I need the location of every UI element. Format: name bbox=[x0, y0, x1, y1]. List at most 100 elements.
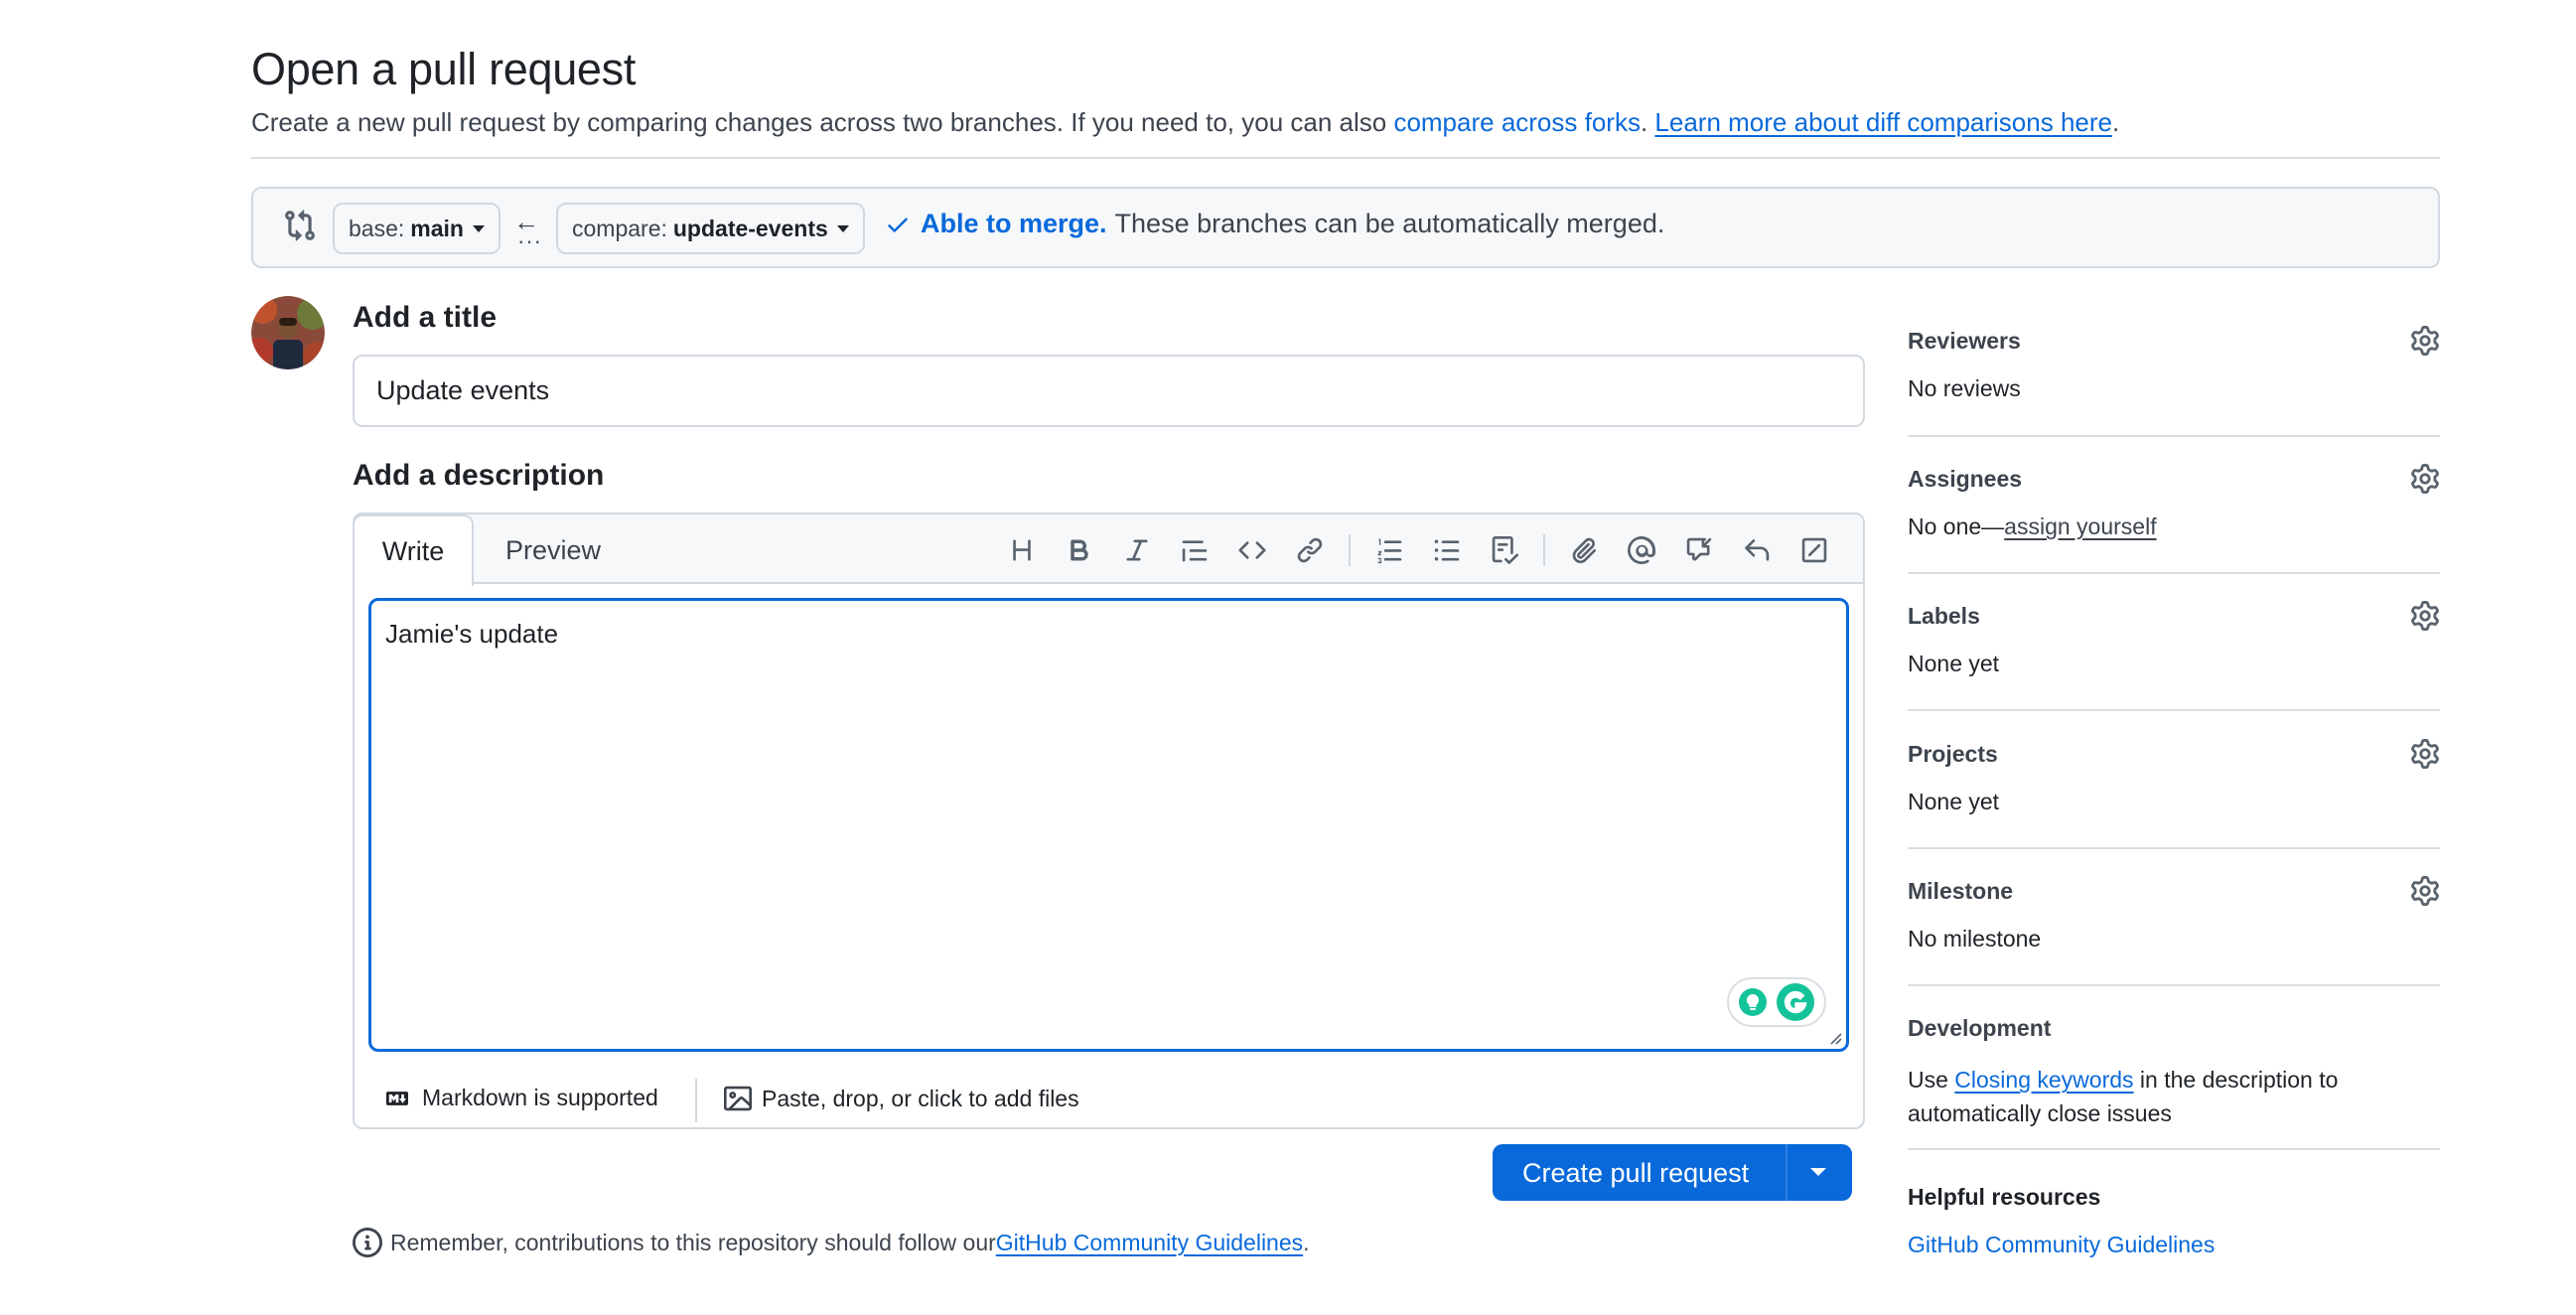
toolbar-divider bbox=[1349, 534, 1351, 566]
merge-status: Able to merge. These branches can be aut… bbox=[885, 209, 1664, 239]
page-title: Open a pull request bbox=[251, 44, 637, 94]
tab-write[interactable]: Write bbox=[353, 514, 474, 586]
saved-reply-icon[interactable] bbox=[1728, 528, 1786, 572]
link-icon[interactable] bbox=[1281, 528, 1339, 572]
mention-icon[interactable] bbox=[1613, 528, 1670, 572]
ellipsis-icon: ··· bbox=[517, 228, 542, 253]
compare-label: compare: bbox=[572, 215, 667, 241]
triangle-down-icon[interactable] bbox=[1810, 1168, 1826, 1176]
projects-heading[interactable]: Projects bbox=[1908, 741, 1998, 768]
tab-preview[interactable]: Preview bbox=[474, 514, 633, 586]
heading-icon[interactable] bbox=[993, 528, 1051, 572]
gear-icon[interactable] bbox=[2410, 326, 2440, 356]
editor-footer: Markdown is supported Paste, drop, or cl… bbox=[355, 1071, 1863, 1127]
gear-icon[interactable] bbox=[2410, 464, 2440, 494]
community-guidelines-link[interactable]: GitHub Community Guidelines bbox=[996, 1230, 1303, 1256]
quote-icon[interactable] bbox=[1166, 528, 1223, 572]
sidebar-divider bbox=[1908, 709, 2440, 711]
guidelines-reminder: Remember, contributions to this reposito… bbox=[353, 1228, 1310, 1257]
base-label: base: bbox=[349, 215, 405, 241]
closing-keywords-link[interactable]: Closing keywords bbox=[1954, 1067, 2133, 1093]
compare-value: update-events bbox=[672, 215, 828, 241]
helpful-guidelines-link[interactable]: GitHub Community Guidelines bbox=[1908, 1232, 2215, 1258]
footer-divider bbox=[695, 1079, 697, 1122]
gear-icon[interactable] bbox=[2410, 876, 2440, 906]
check-icon bbox=[888, 218, 908, 232]
grammarly-icon bbox=[1777, 983, 1815, 1021]
create-pull-request-button[interactable]: Create pull request bbox=[1493, 1144, 1852, 1201]
description-textarea[interactable]: Jamie's update bbox=[368, 598, 1849, 1052]
subtitle-text: Create a new pull request by comparing c… bbox=[251, 107, 1394, 137]
milestone-value: No milestone bbox=[1908, 926, 2042, 951]
header-divider bbox=[251, 157, 2440, 159]
assignees-none-text: No one— bbox=[1908, 513, 2005, 539]
title-label: Add a title bbox=[353, 301, 498, 334]
development-prefix: Use bbox=[1908, 1067, 1955, 1093]
reviewers-value: No reviews bbox=[1908, 375, 2021, 401]
base-value: main bbox=[410, 215, 464, 241]
description-text: Jamie's update bbox=[385, 619, 559, 649]
button-split-divider bbox=[1786, 1144, 1788, 1201]
add-files-button[interactable]: Paste, drop, or click to add files bbox=[724, 1085, 1079, 1112]
reviewers-heading[interactable]: Reviewers bbox=[1908, 328, 2021, 355]
resize-handle-icon[interactable] bbox=[1828, 1031, 1842, 1045]
sidebar-divider bbox=[1908, 572, 2440, 574]
avatar[interactable] bbox=[251, 296, 325, 369]
code-icon[interactable] bbox=[1223, 528, 1281, 572]
editor-header: Write Preview bbox=[353, 514, 1863, 586]
base-branch-select[interactable]: base: main bbox=[333, 203, 501, 254]
cross-reference-icon[interactable] bbox=[1670, 528, 1728, 572]
branch-range-bar: base: main ← ··· compare: update-events … bbox=[251, 187, 2440, 268]
page-subtitle: Create a new pull request by comparing c… bbox=[251, 107, 2119, 138]
gear-icon[interactable] bbox=[2410, 601, 2440, 631]
bold-icon[interactable] bbox=[1051, 528, 1108, 572]
caret-down-icon bbox=[836, 224, 849, 232]
compare-branch-select[interactable]: compare: update-events bbox=[556, 203, 865, 254]
avatar-photo bbox=[251, 296, 325, 369]
bulleted-list-icon[interactable] bbox=[1418, 528, 1476, 572]
italic-icon[interactable] bbox=[1108, 528, 1166, 572]
sidebar-divider bbox=[1908, 847, 2440, 849]
milestone-heading[interactable]: Milestone bbox=[1908, 878, 2013, 905]
reminder-text: Remember, contributions to this reposito… bbox=[390, 1229, 996, 1255]
toolbar-divider bbox=[1543, 534, 1545, 566]
helpful-resources-heading: Helpful resources bbox=[1908, 1184, 2101, 1210]
sidebar-divider bbox=[1908, 1148, 2440, 1150]
title-input[interactable] bbox=[353, 355, 1865, 427]
markdown-toolbar bbox=[993, 528, 1843, 572]
assignees-value: No one—assign yourself bbox=[1908, 513, 2157, 540]
merge-message: These branches can be automatically merg… bbox=[1114, 209, 1665, 238]
numbered-list-icon[interactable] bbox=[1360, 528, 1418, 572]
attach-icon[interactable] bbox=[1555, 528, 1613, 572]
merge-ok-text: Able to merge. bbox=[921, 209, 1107, 238]
reminder-end: . bbox=[1303, 1229, 1310, 1255]
gear-icon[interactable] bbox=[2410, 739, 2440, 769]
image-icon bbox=[724, 1086, 752, 1111]
git-compare-icon bbox=[285, 210, 315, 241]
development-text: Use Closing keywords in the description … bbox=[1908, 1063, 2424, 1130]
markdown-icon bbox=[386, 1091, 408, 1105]
add-files-text: Paste, drop, or click to add files bbox=[762, 1085, 1079, 1111]
sidebar-divider bbox=[1908, 435, 2440, 437]
subtitle-sep: . bbox=[1640, 107, 1655, 137]
sidebar-divider bbox=[1908, 984, 2440, 986]
caret-down-icon bbox=[472, 224, 485, 232]
assignees-heading[interactable]: Assignees bbox=[1908, 466, 2022, 493]
markdown-hint-text: Markdown is supported bbox=[422, 1085, 658, 1110]
labels-heading[interactable]: Labels bbox=[1908, 603, 1980, 630]
lightbulb-icon bbox=[1738, 988, 1767, 1016]
task-list-icon[interactable] bbox=[1476, 528, 1533, 572]
compare-forks-link[interactable]: compare across forks bbox=[1393, 107, 1641, 137]
grammarly-widget[interactable] bbox=[1727, 977, 1826, 1027]
projects-value: None yet bbox=[1908, 789, 2000, 814]
learn-more-link[interactable]: Learn more about diff comparisons here bbox=[1654, 107, 2112, 137]
info-icon bbox=[353, 1228, 382, 1257]
description-label: Add a description bbox=[353, 459, 605, 492]
assign-yourself-link[interactable]: assign yourself bbox=[2004, 513, 2156, 539]
labels-value: None yet bbox=[1908, 651, 2000, 676]
markdown-hint[interactable]: Markdown is supported bbox=[382, 1085, 658, 1111]
development-heading: Development bbox=[1908, 1015, 2052, 1041]
slash-commands-icon[interactable] bbox=[1786, 528, 1843, 572]
subtitle-end: . bbox=[2111, 107, 2120, 137]
create-button-label: Create pull request bbox=[1522, 1158, 1750, 1188]
